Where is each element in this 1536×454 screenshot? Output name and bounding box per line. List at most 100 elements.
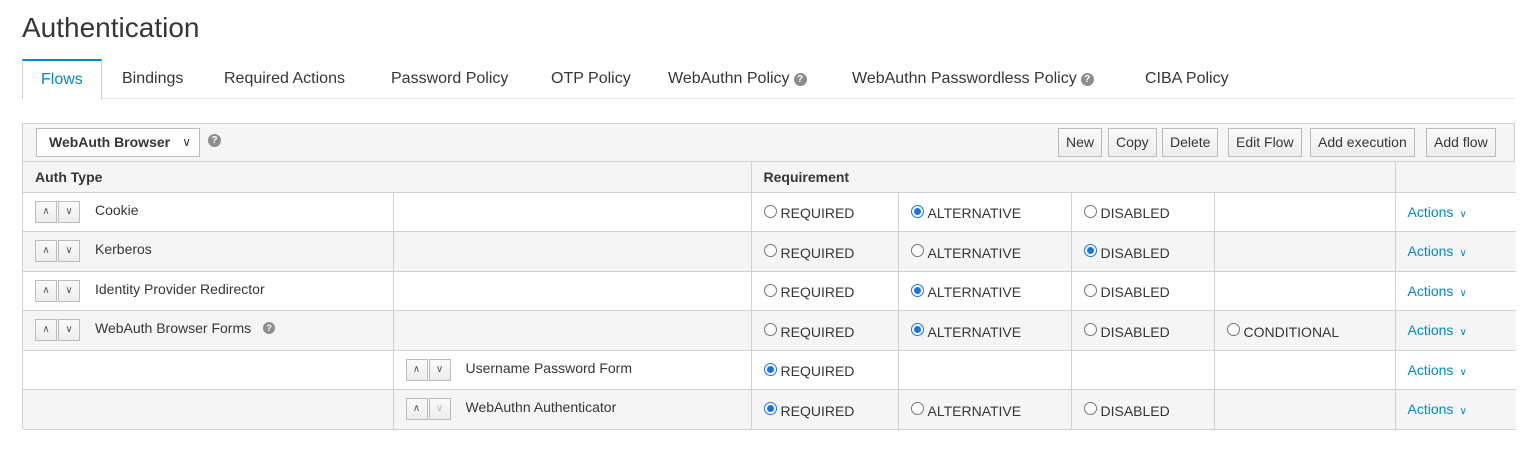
help-icon[interactable]: ? (793, 73, 807, 86)
execution-name: WebAuth Browser Forms (95, 320, 252, 337)
tab-webauthn-passwordless-policy[interactable]: WebAuthn Passwordless Policy? (852, 59, 1094, 99)
move-up-button[interactable]: ∧ (35, 319, 57, 342)
actions-dropdown[interactable]: Actions ∨ (1394, 191, 1517, 232)
move-up-button[interactable]: ∧ (35, 200, 57, 223)
copy-button[interactable]: Copy (1108, 128, 1157, 157)
radio-required[interactable] (763, 323, 777, 337)
radio-required[interactable] (763, 362, 777, 376)
move-down-button[interactable]: ∨ (58, 240, 80, 263)
tab-bar: Flows Bindings Required Actions Password… (22, 59, 1515, 100)
required-option[interactable]: REQUIRED (750, 231, 899, 272)
execution-cell: ∧ ∨ WebAuthn Authenticator (392, 389, 752, 430)
disabled-option[interactable]: DISABLED (1070, 389, 1215, 430)
tab-password-policy[interactable]: Password Policy (391, 59, 508, 99)
new-button[interactable]: New (1058, 128, 1103, 157)
delete-button[interactable]: Delete (1162, 128, 1219, 157)
actions-dropdown[interactable]: Actions ∨ (1394, 310, 1517, 351)
tab-label: Required Actions (224, 70, 345, 87)
option-label: REQUIRED (780, 244, 855, 261)
radio-disabled[interactable] (1083, 204, 1097, 218)
move-down-button[interactable]: ∨ (58, 279, 80, 302)
required-option[interactable]: REQUIRED (750, 191, 899, 232)
disabled-option[interactable]: DISABLED (1070, 191, 1215, 232)
required-option[interactable]: REQUIRED (750, 270, 899, 311)
empty-cell (392, 191, 752, 232)
alternative-option[interactable]: ALTERNATIVE (897, 389, 1072, 430)
radio-disabled[interactable] (1083, 402, 1097, 416)
option-label: DISABLED (1100, 284, 1170, 301)
actions-label: Actions (1407, 282, 1454, 299)
radio-alternative[interactable] (910, 323, 924, 337)
radio-required[interactable] (763, 283, 777, 297)
tab-label: Flows (41, 71, 83, 88)
radio-alternative[interactable] (910, 244, 924, 258)
help-icon[interactable]: ? (208, 134, 221, 147)
actions-dropdown[interactable]: Actions ∨ (1394, 270, 1517, 311)
radio-alternative[interactable] (910, 204, 924, 218)
page-title: Authentication (22, 12, 200, 43)
radio-conditional[interactable] (1226, 323, 1240, 337)
move-up-button[interactable]: ∧ (405, 358, 428, 381)
disabled-option[interactable]: DISABLED (1070, 231, 1215, 272)
tab-bindings[interactable]: Bindings (122, 59, 183, 99)
tab-required-actions[interactable]: Required Actions (224, 59, 345, 99)
flow-select-value: WebAuth Browser (49, 134, 171, 150)
table-row: ∧ ∨ Identity Provider Redirector REQUIRED … (23, 270, 1517, 311)
option-label: DISABLED (1100, 244, 1170, 261)
tab-ciba-policy[interactable]: CIBA Policy (1145, 59, 1229, 99)
tab-webauthn-policy[interactable]: WebAuthn Policy? (668, 59, 807, 99)
tab-label: Password Policy (391, 70, 509, 87)
help-icon[interactable]: ? (263, 322, 276, 335)
actions-label: Actions (1407, 243, 1454, 260)
alternative-option[interactable]: ALTERNATIVE (897, 270, 1072, 311)
move-down-button[interactable]: ∨ (58, 319, 80, 342)
alternative-option[interactable]: ALTERNATIVE (897, 191, 1072, 232)
option-label: ALTERNATIVE (927, 205, 1022, 222)
required-option[interactable]: REQUIRED (750, 389, 899, 430)
option-label: DISABLED (1100, 402, 1170, 419)
empty-cell (392, 231, 752, 272)
required-option[interactable]: REQUIRED (750, 310, 899, 351)
actions-label: Actions (1407, 322, 1454, 339)
execution-name: WebAuthn Authenticator (465, 399, 617, 416)
radio-disabled[interactable] (1083, 323, 1097, 337)
add-flow-button[interactable]: Add flow (1426, 128, 1496, 157)
option-label: REQUIRED (780, 205, 855, 222)
radio-alternative[interactable] (910, 283, 924, 297)
actions-dropdown[interactable]: Actions ∨ (1394, 389, 1517, 430)
disabled-option[interactable]: DISABLED (1070, 310, 1215, 351)
radio-alternative[interactable] (910, 402, 924, 416)
move-down-button[interactable]: ∨ (428, 358, 451, 381)
radio-required[interactable] (763, 204, 777, 218)
move-up-button[interactable]: ∧ (405, 398, 428, 421)
actions-dropdown[interactable]: Actions ∨ (1394, 349, 1517, 390)
actions-label: Actions (1407, 203, 1454, 220)
table-row: ∧ ∨ Kerberos REQUIRED ALTERNATIVE DISABLED… (23, 231, 1517, 272)
radio-disabled[interactable] (1083, 283, 1097, 297)
chevron-down-icon: ∨ (1459, 406, 1467, 418)
move-down-button[interactable]: ∨ (58, 200, 80, 223)
flow-select[interactable]: WebAuth Browser ∨ (36, 128, 200, 157)
conditional-option[interactable]: CONDITIONAL (1213, 310, 1396, 351)
radio-disabled[interactable] (1083, 244, 1097, 258)
edit-flow-button[interactable]: Edit Flow (1228, 128, 1302, 157)
tab-flows[interactable]: Flows (22, 59, 102, 100)
chevron-down-icon: ∨ (1459, 366, 1467, 378)
radio-required[interactable] (763, 402, 777, 416)
help-icon[interactable]: ? (1080, 73, 1094, 86)
move-down-button[interactable]: ∨ (428, 398, 451, 421)
disabled-option[interactable]: DISABLED (1070, 270, 1215, 311)
alternative-option[interactable]: ALTERNATIVE (897, 310, 1072, 351)
tab-otp-policy[interactable]: OTP Policy (551, 59, 631, 99)
required-option[interactable]: REQUIRED (750, 349, 899, 390)
add-execution-button[interactable]: Add execution (1310, 128, 1415, 157)
tab-label: WebAuthn Policy (668, 70, 790, 87)
option-label: ALTERNATIVE (927, 244, 1022, 261)
chevron-down-icon: ∨ (1459, 248, 1467, 260)
move-up-button[interactable]: ∧ (35, 279, 57, 302)
move-up-button[interactable]: ∧ (35, 240, 57, 263)
actions-header (1394, 162, 1517, 193)
actions-dropdown[interactable]: Actions ∨ (1394, 231, 1517, 272)
radio-required[interactable] (763, 244, 777, 258)
alternative-option[interactable]: ALTERNATIVE (897, 231, 1072, 272)
